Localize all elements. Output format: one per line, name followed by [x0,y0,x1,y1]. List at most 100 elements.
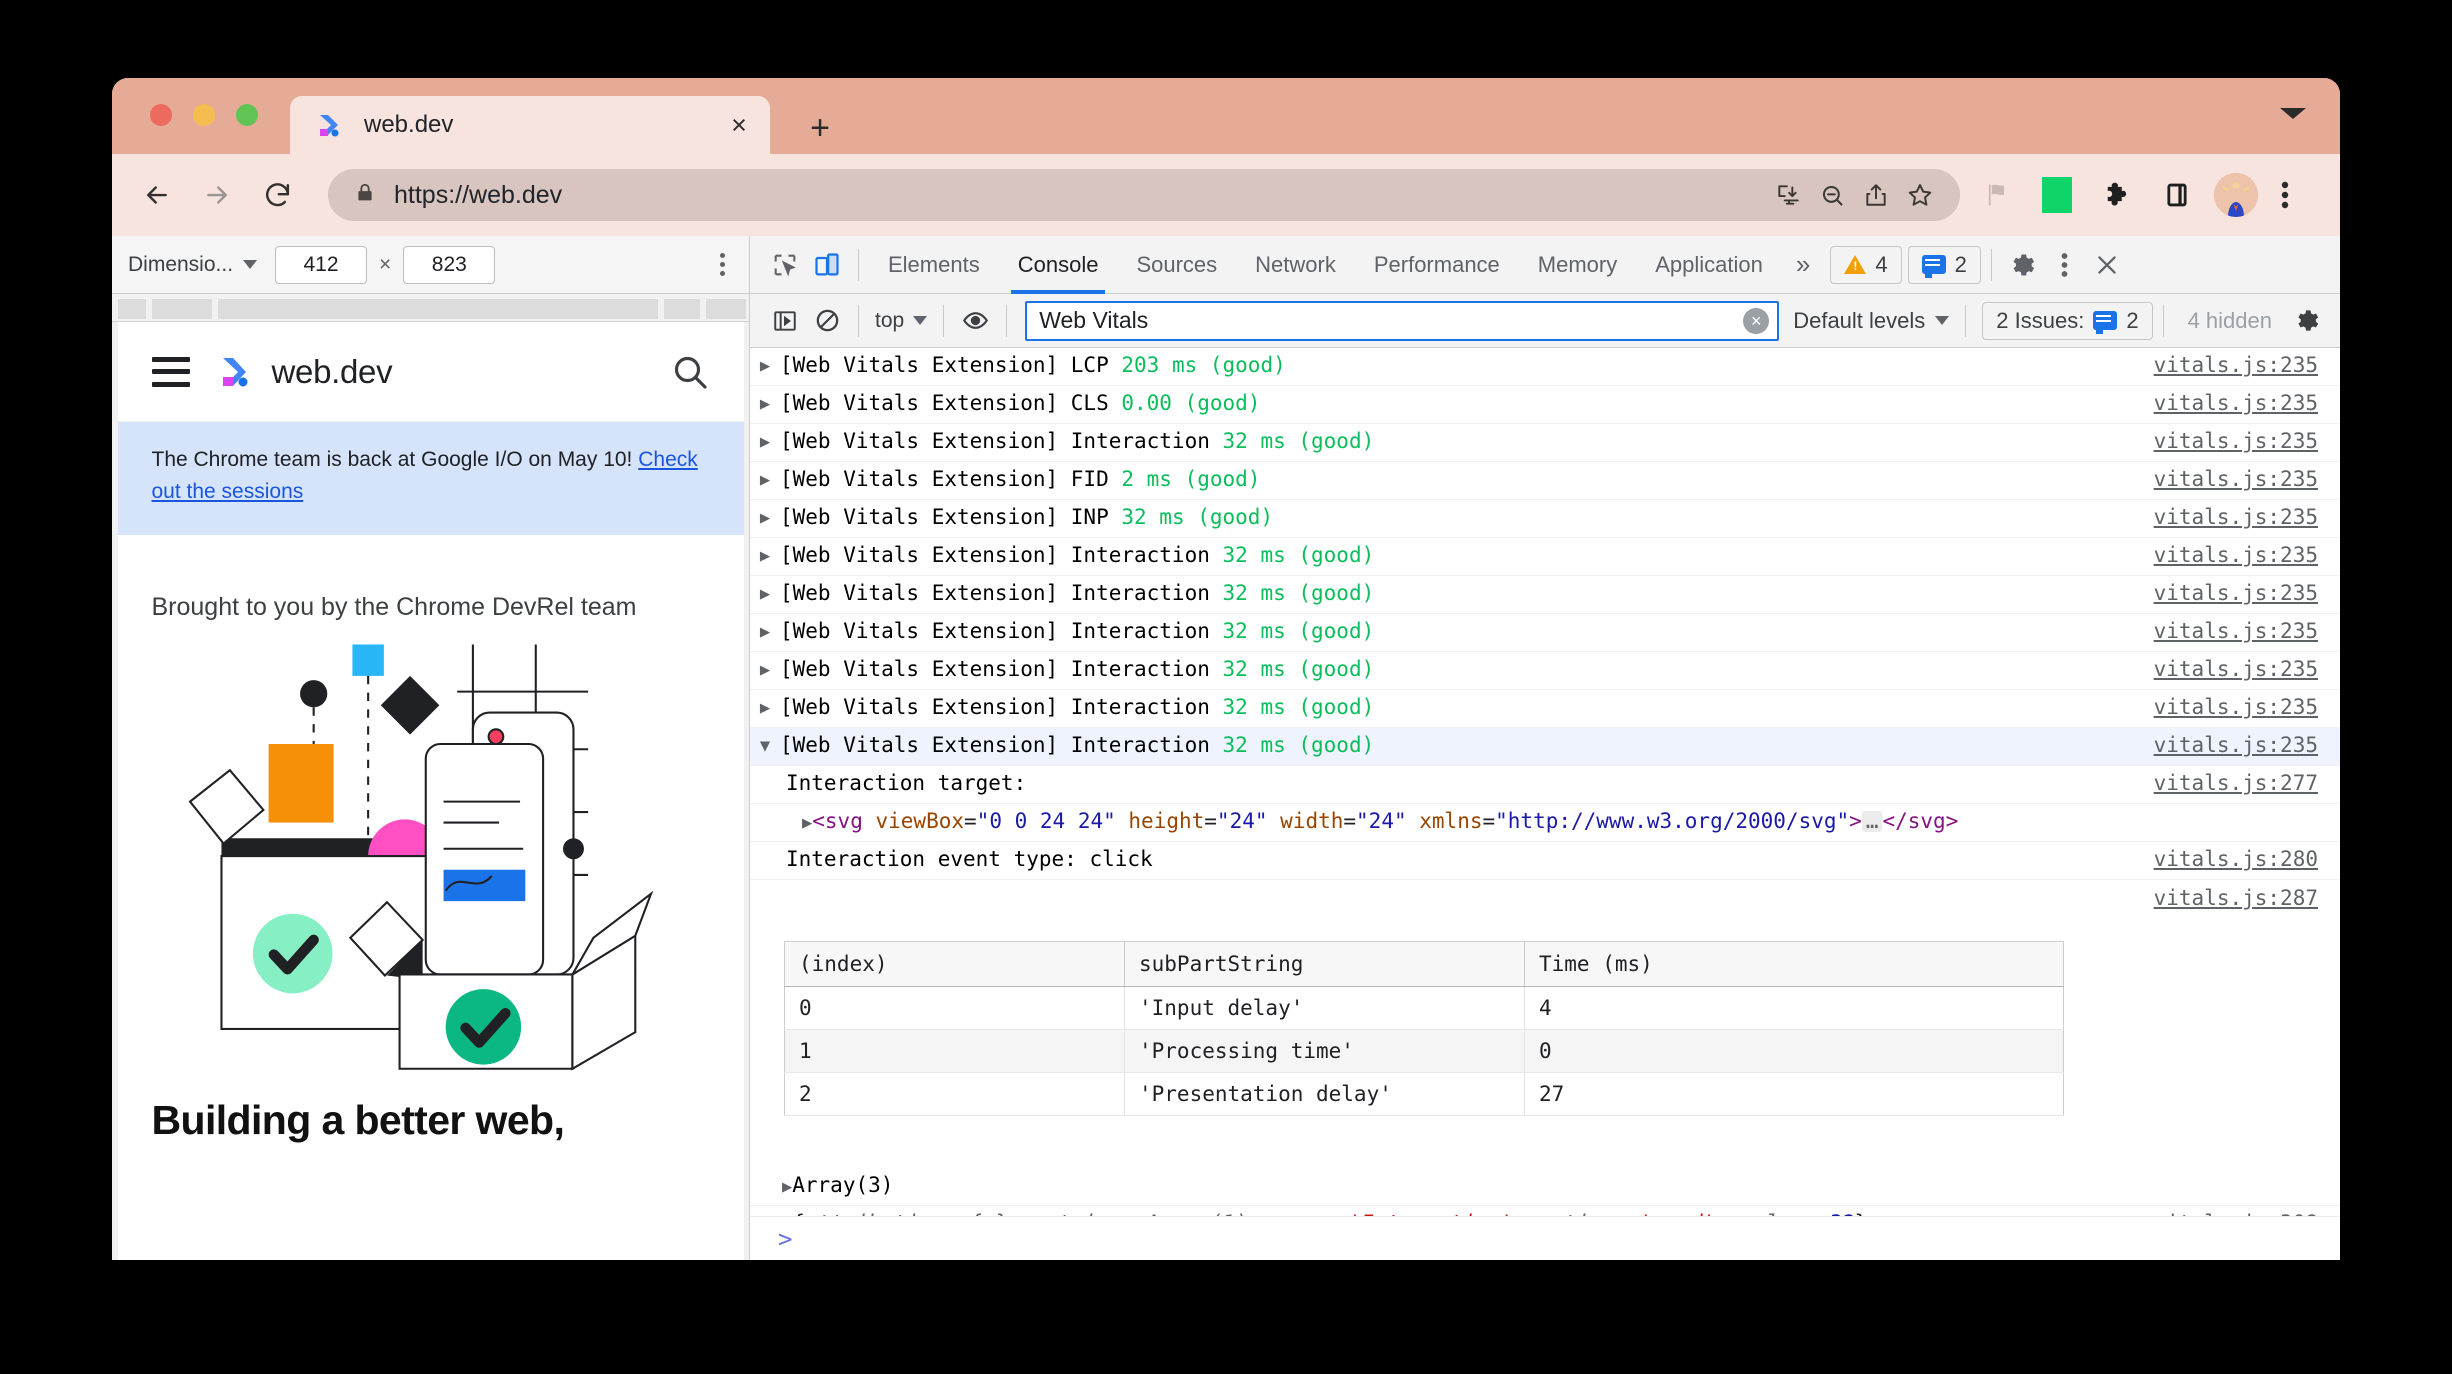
metric-object-row[interactable]: ▶{attribution: {…}, entries: Array(1), n… [750,1206,2340,1216]
console-row-expanded[interactable]: ▼ [Web Vitals Extension] Interaction 32 … [750,728,2340,766]
browser-tab[interactable]: web.dev × [290,96,770,154]
source-link[interactable]: vitals.js:308 [2154,1211,2340,1216]
device-kebab-icon[interactable] [705,248,739,282]
forward-arrow-icon[interactable] [194,172,240,218]
expand-arrow-icon[interactable]: ▶ [782,1215,792,1216]
live-expression-icon[interactable] [954,300,996,342]
extensions-puzzle-icon[interactable] [2094,172,2140,218]
message-count-badge[interactable]: 2 [1907,245,1981,284]
expand-arrow-icon[interactable]: ▶ [750,581,780,604]
clear-filter-icon[interactable]: × [1743,307,1770,334]
reload-icon[interactable] [254,172,300,218]
context-selector[interactable]: top [869,309,933,333]
console-row[interactable]: ▶ [Web Vitals Extension] FID 2 ms (good)… [750,462,2340,500]
new-tab-button[interactable]: + [802,110,838,146]
svg-markup-row[interactable]: ▶<svg viewBox="0 0 24 24" height="24" wi… [750,804,2340,842]
table-row[interactable]: 0 'Input delay' 4 [784,986,2064,1030]
close-tab-button[interactable]: × [722,108,756,142]
tab-elements[interactable]: Elements [869,236,999,294]
minimize-window-button[interactable] [193,104,215,126]
table-row[interactable]: 1 'Processing time' 0 [784,1029,2064,1073]
console-row[interactable]: ▶ [Web Vitals Extension] Interaction 32 … [750,652,2340,690]
source-link[interactable]: vitals.js:235 [2154,733,2340,757]
source-link[interactable]: vitals.js:235 [2154,391,2340,415]
tab-memory[interactable]: Memory [1519,236,1636,294]
browser-menu-icon[interactable] [2262,172,2308,218]
tab-sources[interactable]: Sources [1117,236,1236,294]
address-bar[interactable]: https://web.dev [328,169,1960,221]
source-link[interactable]: vitals.js:235 [2154,619,2340,643]
expand-arrow-icon[interactable]: ▶ [750,619,780,642]
expand-arrow-icon[interactable]: ▶ [750,657,780,680]
expand-arrow-icon[interactable]: ▶ [802,813,812,833]
emulated-viewport[interactable]: web.dev The Chrome team is back at Googl… [117,322,744,1260]
tab-performance[interactable]: Performance [1355,236,1519,294]
source-link[interactable]: vitals.js:235 [2154,429,2340,453]
install-icon[interactable] [1766,173,1810,217]
tab-search-chevron-icon[interactable] [2280,108,2306,119]
share-icon[interactable] [1854,173,1898,217]
device-preset-dropdown[interactable]: Dimensio... [128,253,258,277]
source-link[interactable]: vitals.js:280 [2154,847,2340,871]
expand-arrow-icon[interactable]: ▶ [750,505,780,528]
console-log-list[interactable]: ▶ [Web Vitals Extension] LCP 203 ms (goo… [750,348,2340,1216]
expand-arrow-icon[interactable]: ▶ [750,467,780,490]
tab-console[interactable]: Console [999,236,1118,294]
back-arrow-icon[interactable] [134,172,180,218]
warning-count-badge[interactable]: 4 [1830,245,1902,284]
profile-avatar-icon[interactable] [2214,173,2258,217]
source-link[interactable]: vitals.js:287 [2154,886,2340,910]
console-settings-icon[interactable] [2286,300,2328,342]
console-row[interactable]: ▶ [Web Vitals Extension] Interaction 32 … [750,576,2340,614]
collapse-arrow-icon[interactable]: ▼ [750,733,780,756]
expand-arrow-icon[interactable]: ▶ [750,695,780,718]
close-window-button[interactable] [150,104,172,126]
expand-arrow-icon[interactable]: ▶ [750,391,780,414]
zoom-out-icon[interactable] [1810,173,1854,217]
expand-arrow-icon[interactable]: ▶ [782,1177,792,1197]
expand-arrow-icon[interactable]: ▶ [750,429,780,452]
console-row[interactable]: ▶ [Web Vitals Extension] Interaction 32 … [750,424,2340,462]
close-icon[interactable] [2086,244,2128,286]
side-panel-icon[interactable] [2154,172,2200,218]
search-icon[interactable] [670,352,710,392]
bookmark-star-icon[interactable] [1898,173,1942,217]
console-prompt[interactable]: > [750,1216,2340,1260]
console-row[interactable]: ▶ [Web Vitals Extension] CLS 0.00 (good)… [750,386,2340,424]
console-table[interactable]: (index) subPartString Time (ms) 0 'Input… [784,941,2064,1116]
source-link[interactable]: vitals.js:235 [2154,581,2340,605]
device-toolbar-icon[interactable] [806,244,848,286]
expand-children-icon[interactable]: … [1861,811,1883,832]
console-row[interactable]: ▶ [Web Vitals Extension] Interaction 32 … [750,614,2340,652]
source-link[interactable]: vitals.js:235 [2154,657,2340,681]
gear-icon[interactable] [2002,244,2044,286]
expand-arrow-icon[interactable]: ▶ [750,543,780,566]
console-row[interactable]: ▶ [Web Vitals Extension] LCP 203 ms (goo… [750,348,2340,386]
web-vitals-extension-icon[interactable] [2034,172,2080,218]
source-link[interactable]: vitals.js:277 [2154,771,2340,795]
expand-arrow-icon[interactable]: ▶ [750,353,780,376]
tab-network[interactable]: Network [1236,236,1355,294]
devtools-menu-icon[interactable] [2044,244,2086,286]
source-link[interactable]: vitals.js:235 [2154,467,2340,491]
console-row[interactable]: ▶ [Web Vitals Extension] Interaction 32 … [750,538,2340,576]
console-row[interactable]: ▶ [Web Vitals Extension] Interaction 32 … [750,690,2340,728]
array-summary-row[interactable]: ▶Array(3) [750,1168,2340,1206]
device-height-input[interactable]: 823 [403,245,496,284]
log-levels-dropdown[interactable]: Default levels [1787,308,1955,334]
table-row[interactable]: 2 'Presentation delay' 27 [784,1072,2064,1116]
hamburger-icon[interactable] [151,356,190,387]
source-link[interactable]: vitals.js:235 [2154,695,2340,719]
more-tabs-icon[interactable]: » [1782,249,1824,280]
flag-icon[interactable] [1974,172,2020,218]
console-sidebar-icon[interactable] [764,300,806,342]
clear-console-icon[interactable] [806,300,848,342]
source-link[interactable]: vitals.js:235 [2154,543,2340,567]
device-width-input[interactable]: 412 [275,245,368,284]
source-link[interactable]: vitals.js:235 [2154,353,2340,377]
console-row[interactable]: ▶ [Web Vitals Extension] INP 32 ms (good… [750,500,2340,538]
source-link[interactable]: vitals.js:235 [2154,505,2340,529]
console-filter-input[interactable]: Web Vitals × [1025,300,1780,341]
inspect-element-icon[interactable] [764,244,806,286]
issues-badge[interactable]: 2 Issues: 2 [1982,301,2153,340]
